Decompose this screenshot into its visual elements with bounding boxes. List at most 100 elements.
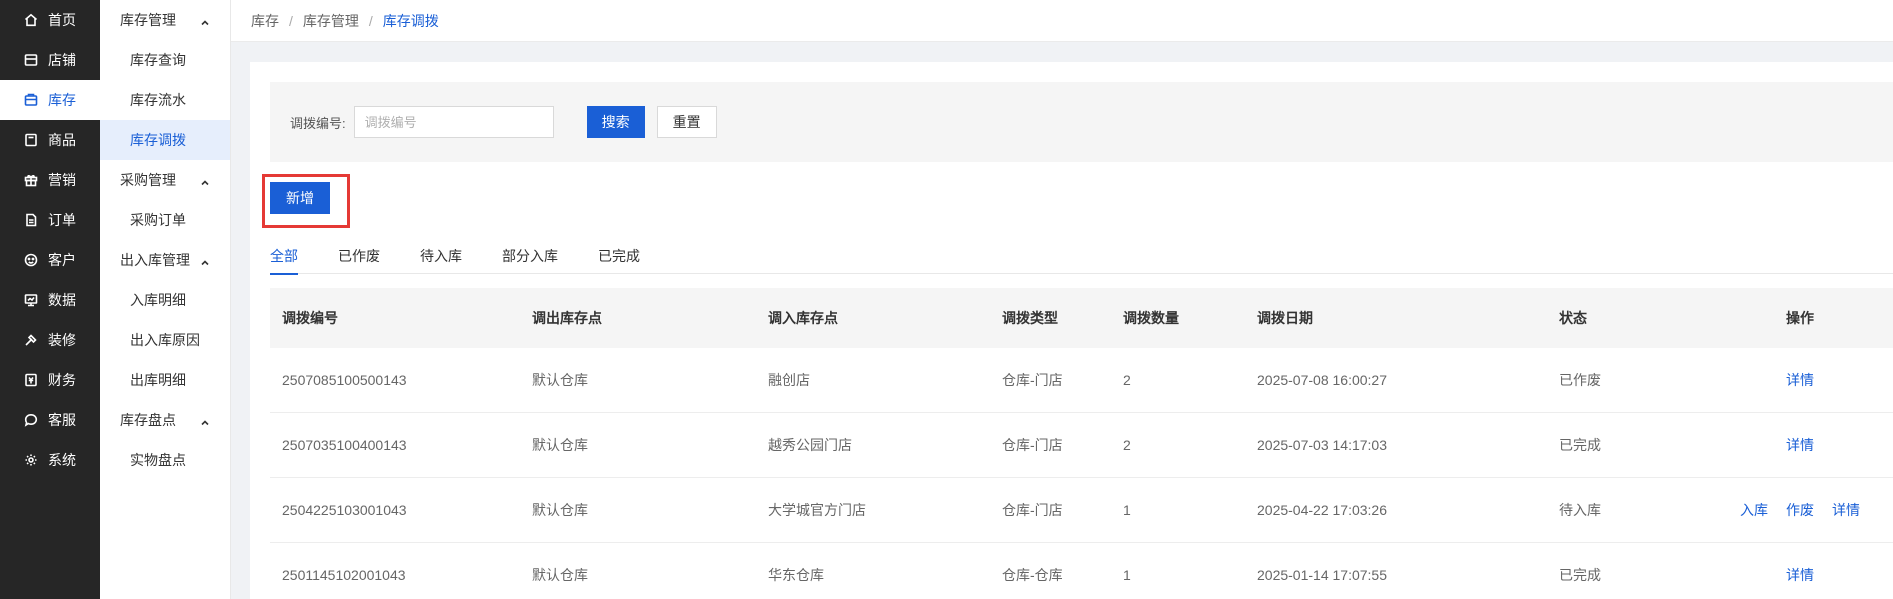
nav-item-stock-in-detail[interactable]: 入库明细 [100, 280, 230, 320]
nav-item-label: 装修 [48, 332, 76, 348]
chevron-up-icon [200, 415, 210, 426]
store-icon [24, 53, 38, 67]
column-header: 调出库存点 [532, 310, 602, 326]
void-link[interactable]: 作废 [1786, 500, 1814, 520]
transfer-no-label: 调拨编号: [290, 115, 346, 131]
transfer-type-cell: 仓库-仓库 [1002, 567, 1063, 583]
transfer-qty-cell: 2 [1123, 437, 1131, 453]
transfer-qty-cell: 1 [1123, 567, 1131, 583]
nav-item-physical-count[interactable]: 实物盘点 [100, 440, 230, 480]
nav-item-inventory-transfer[interactable]: 库存调拨 [100, 120, 230, 160]
transfer-type-cell: 仓库-门店 [1002, 437, 1063, 453]
tab-partial-in[interactable]: 部分入库 [502, 238, 558, 274]
table-row: 2501145102001043 默认仓库 华东仓库 仓库-仓库 1 2025-… [270, 543, 1893, 599]
nav-group-purchase-management[interactable]: 采购管理 [100, 160, 230, 200]
nav-item-label: 客服 [48, 412, 76, 428]
detail-link[interactable]: 详情 [1786, 565, 1814, 585]
transfer-no-cell: 2501145102001043 [282, 567, 406, 583]
nav-item-inventory-flow[interactable]: 库存流水 [100, 80, 230, 120]
detail-link[interactable]: 详情 [1786, 435, 1814, 455]
actions-cell: 详情 [1707, 370, 1893, 390]
transfer-type-cell: 仓库-门店 [1002, 502, 1063, 518]
nav-item-label: 数据 [48, 292, 76, 308]
data-icon [24, 293, 38, 307]
nav-item-service[interactable]: 客服 [0, 400, 100, 440]
nav-item-marketing[interactable]: 营销 [0, 160, 100, 200]
search-button[interactable]: 搜索 [586, 106, 645, 138]
nav-item-system[interactable]: 系统 [0, 440, 100, 480]
to-location-cell: 华东仓库 [768, 567, 824, 583]
add-button[interactable]: 新增 [270, 182, 330, 214]
decorate-icon [24, 333, 38, 347]
to-location-cell: 越秀公园门店 [768, 437, 852, 453]
transfer-date-cell: 2025-07-03 14:17:03 [1257, 437, 1387, 453]
order-icon [24, 213, 38, 227]
transfer-date-cell: 2025-07-08 16:00:27 [1257, 372, 1387, 388]
nav-item-order[interactable]: 订单 [0, 200, 100, 240]
table-row: 2507085100500143 默认仓库 融创店 仓库-门店 2 2025-0… [270, 348, 1893, 413]
chevron-up-icon [200, 15, 210, 26]
detail-link[interactable]: 详情 [1832, 500, 1860, 520]
tab-voided[interactable]: 已作废 [338, 238, 380, 274]
nav-item-stock-out-detail[interactable]: 出库明细 [100, 360, 230, 400]
tab-all[interactable]: 全部 [270, 238, 298, 275]
search-form: 调拨编号: 搜索 重置 [270, 82, 1893, 162]
transfer-date-cell: 2025-04-22 17:03:26 [1257, 502, 1387, 518]
nav-item-label: 财务 [48, 372, 76, 388]
transfer-table: 调拨编号 调出库存点 调入库存点 调拨类型 调拨数量 调拨日期 状态 操作 25… [270, 288, 1893, 599]
nav-item-store[interactable]: 店铺 [0, 40, 100, 80]
nav-item-label: 客户 [48, 252, 76, 268]
column-header: 调拨编号 [282, 310, 338, 326]
nav-item-product[interactable]: 商品 [0, 120, 100, 160]
nav-item-customer[interactable]: 客户 [0, 240, 100, 280]
nav-item-finance[interactable]: 财务 [0, 360, 100, 400]
actions-cell: 入库 作废 详情 [1707, 500, 1893, 520]
breadcrumb-item-inventory-management[interactable]: 库存管理 [303, 11, 359, 31]
status-cell: 已完成 [1559, 567, 1601, 583]
breadcrumb-item-inventory[interactable]: 库存 [251, 11, 279, 31]
nav-item-data[interactable]: 数据 [0, 280, 100, 320]
detail-link[interactable]: 详情 [1786, 370, 1814, 390]
nav-group-label: 库存盘点 [120, 412, 176, 428]
nav-item-inventory-query[interactable]: 库存查询 [100, 40, 230, 80]
nav-item-stock-inout-reason[interactable]: 出入库原因 [100, 320, 230, 360]
table-row: 2507035100400143 默认仓库 越秀公园门店 仓库-门店 2 202… [270, 413, 1893, 478]
column-header: 调入库存点 [768, 310, 838, 326]
nav-item-inventory[interactable]: 库存 [0, 80, 100, 120]
actions-cell: 详情 [1707, 435, 1893, 455]
nav-item-label: 系统 [48, 452, 76, 468]
main-content: 调拨编号: 搜索 重置 新增 全部 已作废 待入库 部分入库 已完成 调拨编号 … [250, 62, 1893, 599]
home-icon [24, 13, 38, 27]
to-location-cell: 大学城官方门店 [768, 502, 866, 518]
nav-item-label: 库存 [48, 92, 76, 108]
nav-item-decorate[interactable]: 装修 [0, 320, 100, 360]
status-cell: 待入库 [1559, 502, 1601, 518]
column-header: 调拨数量 [1123, 310, 1179, 326]
nav-item-label: 店铺 [48, 52, 76, 68]
breadcrumb: 库存 / 库存管理 / 库存调拨 [231, 0, 1893, 42]
nav-item-label: 商品 [48, 132, 76, 148]
transfer-date-cell: 2025-01-14 17:07:55 [1257, 567, 1387, 583]
column-header: 操作 [1786, 310, 1814, 326]
tab-pending-in[interactable]: 待入库 [420, 238, 462, 274]
nav-group-stocktaking[interactable]: 库存盘点 [100, 400, 230, 440]
nav-group-stock-inout-management[interactable]: 出入库管理 [100, 240, 230, 280]
nav-item-label: 订单 [48, 212, 76, 228]
transfer-qty-cell: 2 [1123, 372, 1131, 388]
stock-in-link[interactable]: 入库 [1740, 500, 1768, 520]
to-location-cell: 融创店 [768, 372, 810, 388]
from-location-cell: 默认仓库 [532, 502, 588, 518]
from-location-cell: 默认仓库 [532, 437, 588, 453]
chevron-up-icon [200, 175, 210, 186]
nav-item-purchase-order[interactable]: 采购订单 [100, 200, 230, 240]
tab-completed[interactable]: 已完成 [598, 238, 640, 274]
gear-icon [24, 453, 38, 467]
nav-item-home[interactable]: 首页 [0, 0, 100, 40]
nav-group-label: 库存管理 [120, 12, 176, 28]
table-row: 2504225103001043 默认仓库 大学城官方门店 仓库-门店 1 20… [270, 478, 1893, 543]
reset-button[interactable]: 重置 [656, 106, 717, 138]
status-cell: 已完成 [1559, 437, 1601, 453]
transfer-no-input[interactable] [353, 106, 554, 138]
nav-group-inventory-management[interactable]: 库存管理 [100, 0, 230, 40]
product-icon [24, 133, 38, 147]
